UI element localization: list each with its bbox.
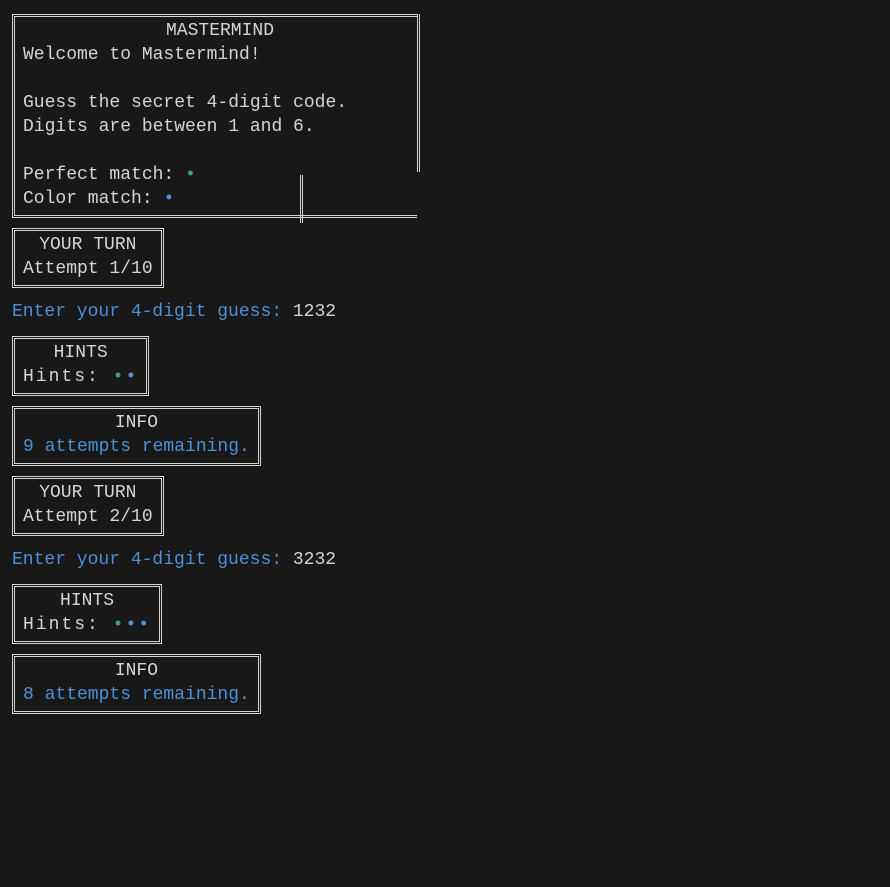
hints-title: HINTS [23, 341, 138, 365]
perfect-dot-icon: • [185, 165, 196, 185]
perfect-match-label: Perfect match: [23, 165, 185, 185]
info-title: INFO [23, 659, 250, 683]
attempt-label: Attempt 2/10 [23, 505, 153, 529]
intro-line1: Guess the secret 4-digit code. [23, 91, 417, 115]
intro-welcome: Welcome to Mastermind! [23, 43, 417, 67]
info-panel: INFO 8 attempts remaining. [12, 654, 261, 714]
hints-label: Hints: [23, 615, 113, 635]
info-panel: INFO 9 attempts remaining. [12, 406, 261, 466]
hints-color-dots: • [125, 367, 138, 387]
hints-panel: HINTS Hints: ••• [12, 584, 162, 644]
turn-panel: YOUR TURN Attempt 2/10 [12, 476, 164, 536]
guess-value: 3232 [293, 550, 336, 570]
attempt-label: Attempt 1/10 [23, 257, 153, 281]
hints-label: Hints: [23, 367, 113, 387]
hints-line: Hints: ••• [23, 613, 151, 637]
turn-title: YOUR TURN [23, 481, 153, 505]
hints-perfect-dots: • [113, 367, 126, 387]
info-text: 8 attempts remaining. [23, 683, 250, 707]
intro-line2: Digits are between 1 and 6. [23, 115, 417, 139]
color-match-label: Color match: [23, 189, 163, 209]
color-dot-icon: • [163, 189, 174, 209]
turn-panel: YOUR TURN Attempt 1/10 [12, 228, 164, 288]
info-title: INFO [23, 411, 250, 435]
hints-title: HINTS [23, 589, 151, 613]
intro-panel: MASTERMIND Welcome to Mastermind! Guess … [12, 14, 417, 218]
hints-color-dots: •• [125, 615, 151, 635]
guess-prompt: Enter your 4-digit guess: [12, 302, 293, 322]
intro-title: MASTERMIND [23, 19, 417, 43]
turn-title: YOUR TURN [23, 233, 153, 257]
hints-line: Hints: •• [23, 365, 138, 389]
info-text: 9 attempts remaining. [23, 435, 250, 459]
guess-prompt-line[interactable]: Enter your 4-digit guess: 1232 [12, 300, 878, 324]
guess-value: 1232 [293, 302, 336, 322]
hints-perfect-dots: • [113, 615, 126, 635]
hints-panel: HINTS Hints: •• [12, 336, 149, 396]
color-match-line: Color match: • [23, 187, 417, 211]
perfect-match-line: Perfect match: • [23, 163, 417, 187]
guess-prompt-line[interactable]: Enter your 4-digit guess: 3232 [12, 548, 878, 572]
guess-prompt: Enter your 4-digit guess: [12, 550, 293, 570]
